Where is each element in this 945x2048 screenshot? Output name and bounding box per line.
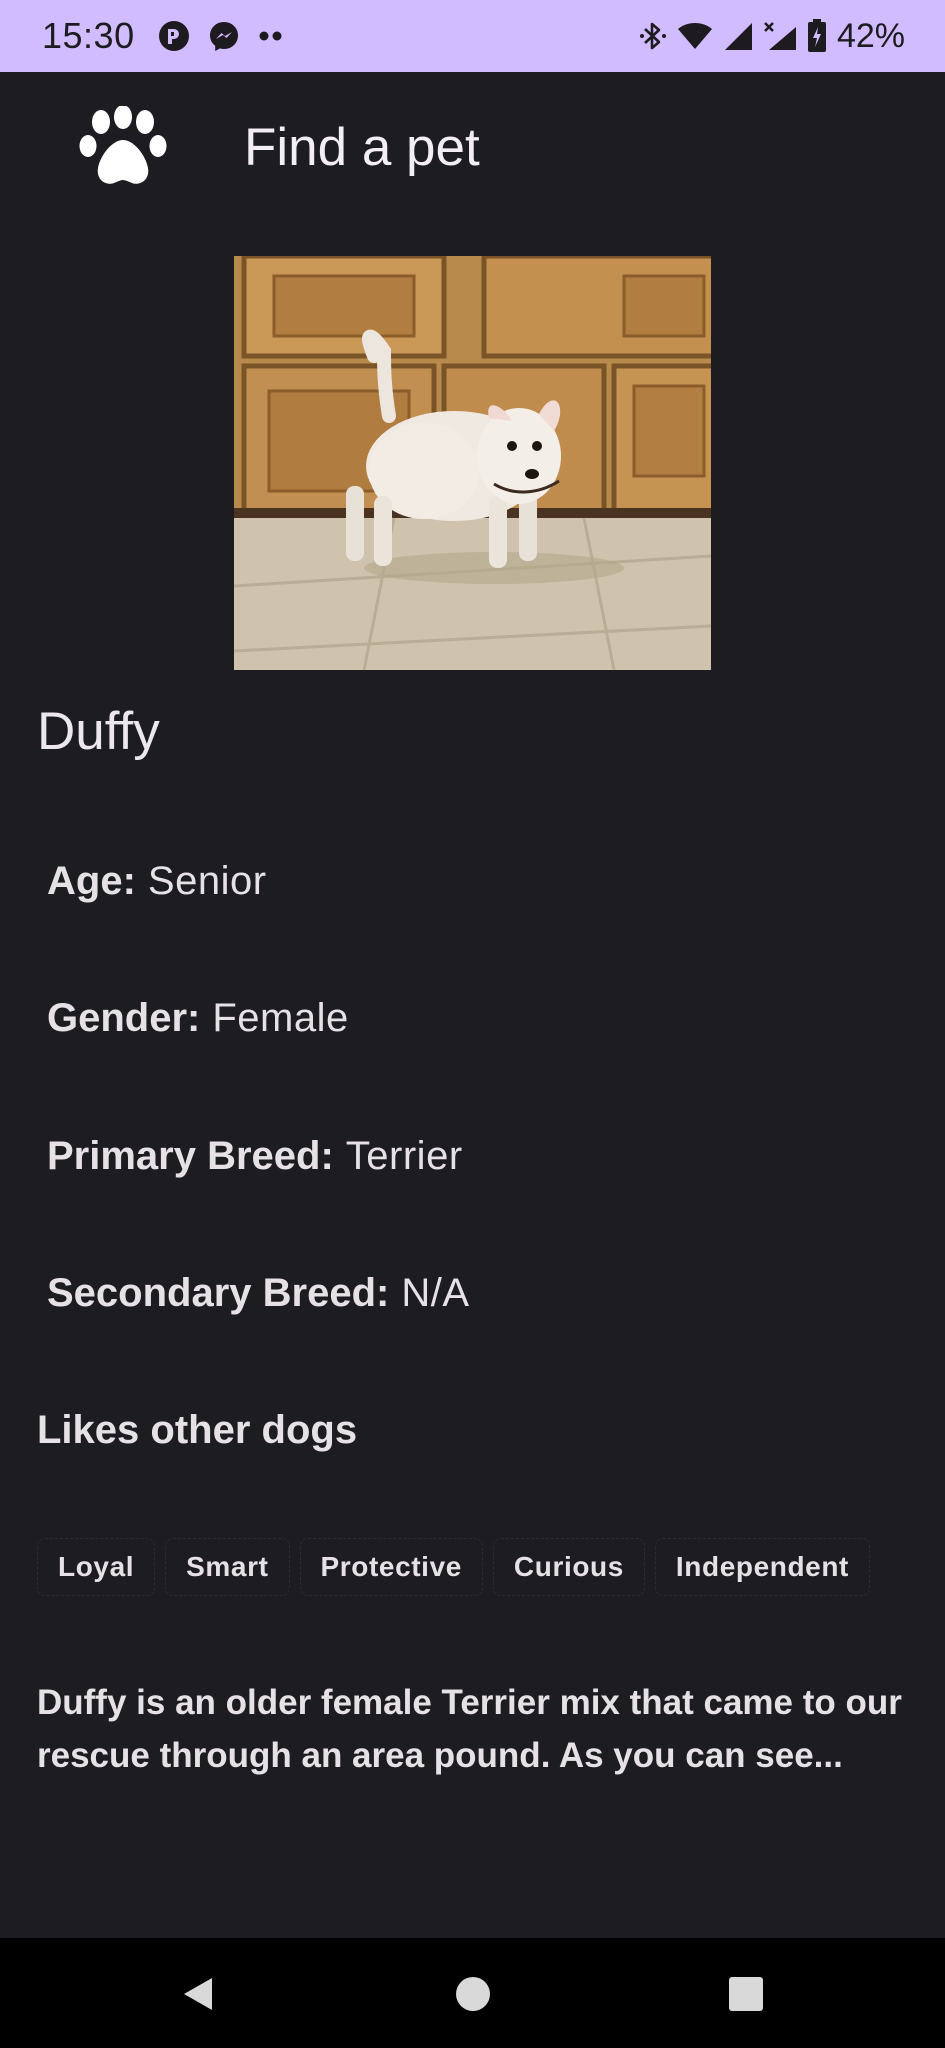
messenger-icon [210,22,238,51]
gender-row: Gender: Female [47,993,349,1043]
chip-smart[interactable]: Smart [165,1538,290,1596]
home-icon[interactable] [451,1972,495,2016]
recents-icon[interactable] [724,1972,768,2016]
status-bar: 15:30 42% [0,0,945,72]
bluetooth-icon [639,22,666,50]
pet-name: Duffy [37,702,160,761]
status-notification-icons [158,19,284,53]
app-bar: Find a pet [0,72,945,224]
trait-chips: Loyal Smart Protective Curious Independe… [37,1538,870,1596]
paw-icon [79,106,167,184]
app-notification-icon [159,21,189,51]
chip-independent[interactable]: Independent [654,1538,870,1596]
signal-icon [724,23,752,50]
primary-breed-row: Primary Breed: Terrier [47,1131,463,1181]
secondary-breed-label: Secondary Breed: [47,1271,390,1315]
pet-detail-screen: 15:30 42% Find a pet Duffy Age: Senior G… [0,0,945,2048]
gender-value: Female [212,996,349,1040]
app-title: Find a pet [244,118,480,177]
back-icon[interactable] [176,1972,220,2016]
signal-no-data-icon [764,22,796,50]
battery-percent: 42% [836,17,905,55]
wifi-icon [677,23,712,49]
chip-loyal[interactable]: Loyal [37,1538,156,1596]
status-time: 15:30 [42,15,135,56]
navigation-bar [0,1938,945,2048]
battery-icon [807,19,826,52]
pet-description: Duffy is an older female Terrier mix tha… [37,1683,902,1775]
likes-other-dogs: Likes other dogs [37,1408,358,1452]
pet-photo [234,256,711,670]
chip-curious[interactable]: Curious [492,1538,645,1596]
chip-protective[interactable]: Protective [299,1538,483,1596]
status-system-icons: 42% [639,14,905,58]
primary-breed-value: Terrier [345,1134,463,1178]
more-dots-icon [259,31,282,41]
secondary-breed-row: Secondary Breed: N/A [47,1268,470,1318]
gender-label: Gender: [47,996,201,1040]
primary-breed-label: Primary Breed: [47,1134,334,1178]
age-row: Age: Senior [47,856,267,906]
age-value: Senior [147,859,267,903]
age-label: Age: [47,859,136,903]
secondary-breed-value: N/A [401,1271,470,1315]
